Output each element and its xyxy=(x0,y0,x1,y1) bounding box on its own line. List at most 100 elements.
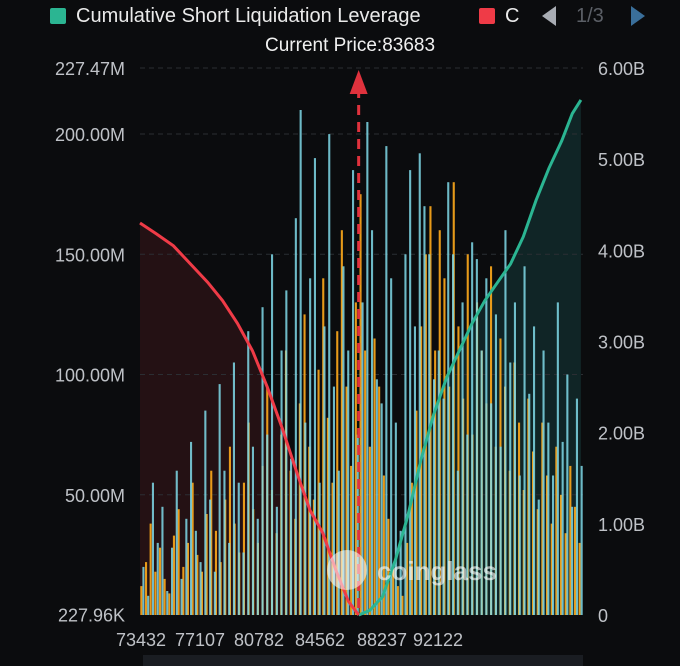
y-right-tick-label: 6.00B xyxy=(598,59,645,79)
liquidation-bar-blue[interactable] xyxy=(328,134,331,615)
liquidation-bar-blue[interactable] xyxy=(271,254,274,616)
liquidation-bar-blue[interactable] xyxy=(304,422,307,615)
chart-plot: 227.96K 50.00M 100.00M 150.00M 200.00M 227.47… xyxy=(55,59,645,666)
liquidation-bar-blue[interactable] xyxy=(537,499,540,615)
liquidation-bar-blue[interactable] xyxy=(575,398,578,615)
liquidation-bar-blue[interactable] xyxy=(418,153,421,616)
liquidation-bar-orange[interactable] xyxy=(182,566,185,615)
liquidation-bar-orange[interactable] xyxy=(149,523,152,615)
liquidation-bar-blue[interactable] xyxy=(504,230,507,615)
liquidation-bar-blue[interactable] xyxy=(256,518,259,615)
liquidation-bar-blue[interactable] xyxy=(423,206,426,615)
liquidation-bar-orange[interactable] xyxy=(159,547,162,615)
liquidation-bar-blue[interactable] xyxy=(190,441,193,615)
x-tick-label: 92122 xyxy=(413,630,463,650)
liquidation-bar-blue[interactable] xyxy=(561,441,564,615)
x-axis-scroll-strip[interactable] xyxy=(143,655,583,666)
liquidation-bar-blue[interactable] xyxy=(394,422,397,615)
liquidation-bar-blue[interactable] xyxy=(223,470,226,615)
liquidation-bar-blue[interactable] xyxy=(147,595,150,615)
liquidation-bar-blue[interactable] xyxy=(290,458,293,615)
liquidation-bar-orange[interactable] xyxy=(578,542,581,615)
liquidation-bar-blue[interactable] xyxy=(337,470,340,615)
liquidation-bar-blue[interactable] xyxy=(542,350,545,616)
liquidation-bar-blue[interactable] xyxy=(242,552,245,616)
liquidation-bar-blue[interactable] xyxy=(313,158,316,615)
liquidation-bar-blue[interactable] xyxy=(299,110,302,615)
y-right-tick-label: 5.00B xyxy=(598,150,645,170)
liquidation-bar-orange[interactable] xyxy=(145,562,148,615)
liquidation-bar-blue[interactable] xyxy=(513,302,516,615)
liquidation-bar-blue[interactable] xyxy=(280,350,283,616)
liquidation-bar-blue[interactable] xyxy=(294,218,297,615)
liquidation-bar-blue[interactable] xyxy=(261,307,264,615)
liquidation-bar-blue[interactable] xyxy=(209,499,212,615)
liquidation-bar-blue[interactable] xyxy=(185,518,188,615)
liquidation-bar-blue[interactable] xyxy=(266,434,269,615)
liquidation-bar-blue[interactable] xyxy=(456,470,459,615)
chart-root: Cumulative Short Liquidation Leverage C … xyxy=(0,0,680,666)
liquidation-bar-blue[interactable] xyxy=(151,482,154,615)
liquidation-bar-blue[interactable] xyxy=(228,542,231,615)
liquidation-bar-orange[interactable] xyxy=(569,465,572,615)
liquidation-bar-orange[interactable] xyxy=(368,446,371,615)
liquidation-bar-orange[interactable] xyxy=(168,593,171,615)
liquidation-bar-blue[interactable] xyxy=(571,506,574,615)
liquidation-bar-blue[interactable] xyxy=(518,475,521,616)
liquidation-bar-blue[interactable] xyxy=(371,230,374,615)
liquidation-bar-blue[interactable] xyxy=(142,566,145,615)
watermark-text: coinglass xyxy=(377,556,497,586)
liquidation-bar-blue[interactable] xyxy=(247,331,250,615)
liquidation-bar-orange[interactable] xyxy=(574,506,577,615)
liquidation-bar-blue[interactable] xyxy=(547,422,550,615)
liquidation-bar-blue[interactable] xyxy=(323,326,326,615)
liquidation-bar-blue[interactable] xyxy=(161,506,164,615)
liquidation-bar-blue[interactable] xyxy=(175,470,178,615)
liquidation-bar-blue[interactable] xyxy=(251,446,254,615)
liquidation-bar-blue[interactable] xyxy=(180,578,183,615)
liquidation-bar-blue[interactable] xyxy=(523,266,526,615)
liquidation-bar-orange[interactable] xyxy=(350,465,353,615)
liquidation-bar-blue[interactable] xyxy=(409,170,412,615)
liquidation-bar-blue[interactable] xyxy=(533,326,536,615)
liquidation-bar-blue[interactable] xyxy=(528,393,531,615)
liquidation-bar-orange[interactable] xyxy=(163,578,166,615)
liquidation-bar-blue[interactable] xyxy=(213,571,216,615)
liquidation-bar-blue[interactable] xyxy=(352,170,355,615)
liquidation-bar-blue[interactable] xyxy=(232,362,235,616)
liquidation-bar-blue[interactable] xyxy=(466,434,469,615)
liquidation-bar-blue[interactable] xyxy=(580,465,583,615)
liquidation-bar-blue[interactable] xyxy=(171,547,174,615)
x-tick-label: 84562 xyxy=(295,630,345,650)
y-right-tick-label: 3.00B xyxy=(598,333,645,353)
liquidation-bar-blue[interactable] xyxy=(385,146,388,615)
liquidation-bar-orange[interactable] xyxy=(140,586,143,615)
liquidation-bar-blue[interactable] xyxy=(499,446,502,615)
liquidation-bar-blue[interactable] xyxy=(204,410,207,615)
liquidation-bar-orange[interactable] xyxy=(401,595,404,615)
liquidation-bar-blue[interactable] xyxy=(566,374,569,616)
y-right-tick-label: 2.00B xyxy=(598,424,645,444)
liquidation-bar-blue[interactable] xyxy=(237,482,240,615)
liquidation-bar-blue[interactable] xyxy=(556,302,559,615)
x-tick-label: 73432 xyxy=(116,630,166,650)
x-tick-label: 80782 xyxy=(234,630,284,650)
liquidation-bar-blue[interactable] xyxy=(366,122,369,615)
liquidation-bar-blue[interactable] xyxy=(318,482,321,615)
liquidation-bar-blue[interactable] xyxy=(194,530,197,615)
liquidation-bar-blue[interactable] xyxy=(509,362,512,616)
liquidation-bar-blue[interactable] xyxy=(166,591,169,615)
liquidation-bar-blue[interactable] xyxy=(309,278,312,615)
liquidation-bar-orange[interactable] xyxy=(177,509,180,615)
liquidation-bar-blue[interactable] xyxy=(275,506,278,615)
liquidation-bar-blue[interactable] xyxy=(285,290,288,615)
liquidation-bar-blue[interactable] xyxy=(447,182,450,615)
liquidation-bar-orange[interactable] xyxy=(396,586,399,615)
liquidation-bar-blue[interactable] xyxy=(156,542,159,615)
liquidation-bar-orange[interactable] xyxy=(172,535,175,615)
liquidation-bar-blue[interactable] xyxy=(199,562,202,615)
liquidation-bar-orange[interactable] xyxy=(373,338,376,616)
liquidation-bar-blue[interactable] xyxy=(552,475,555,616)
liquidation-bar-orange[interactable] xyxy=(154,571,157,615)
liquidation-bar-blue[interactable] xyxy=(218,384,221,615)
